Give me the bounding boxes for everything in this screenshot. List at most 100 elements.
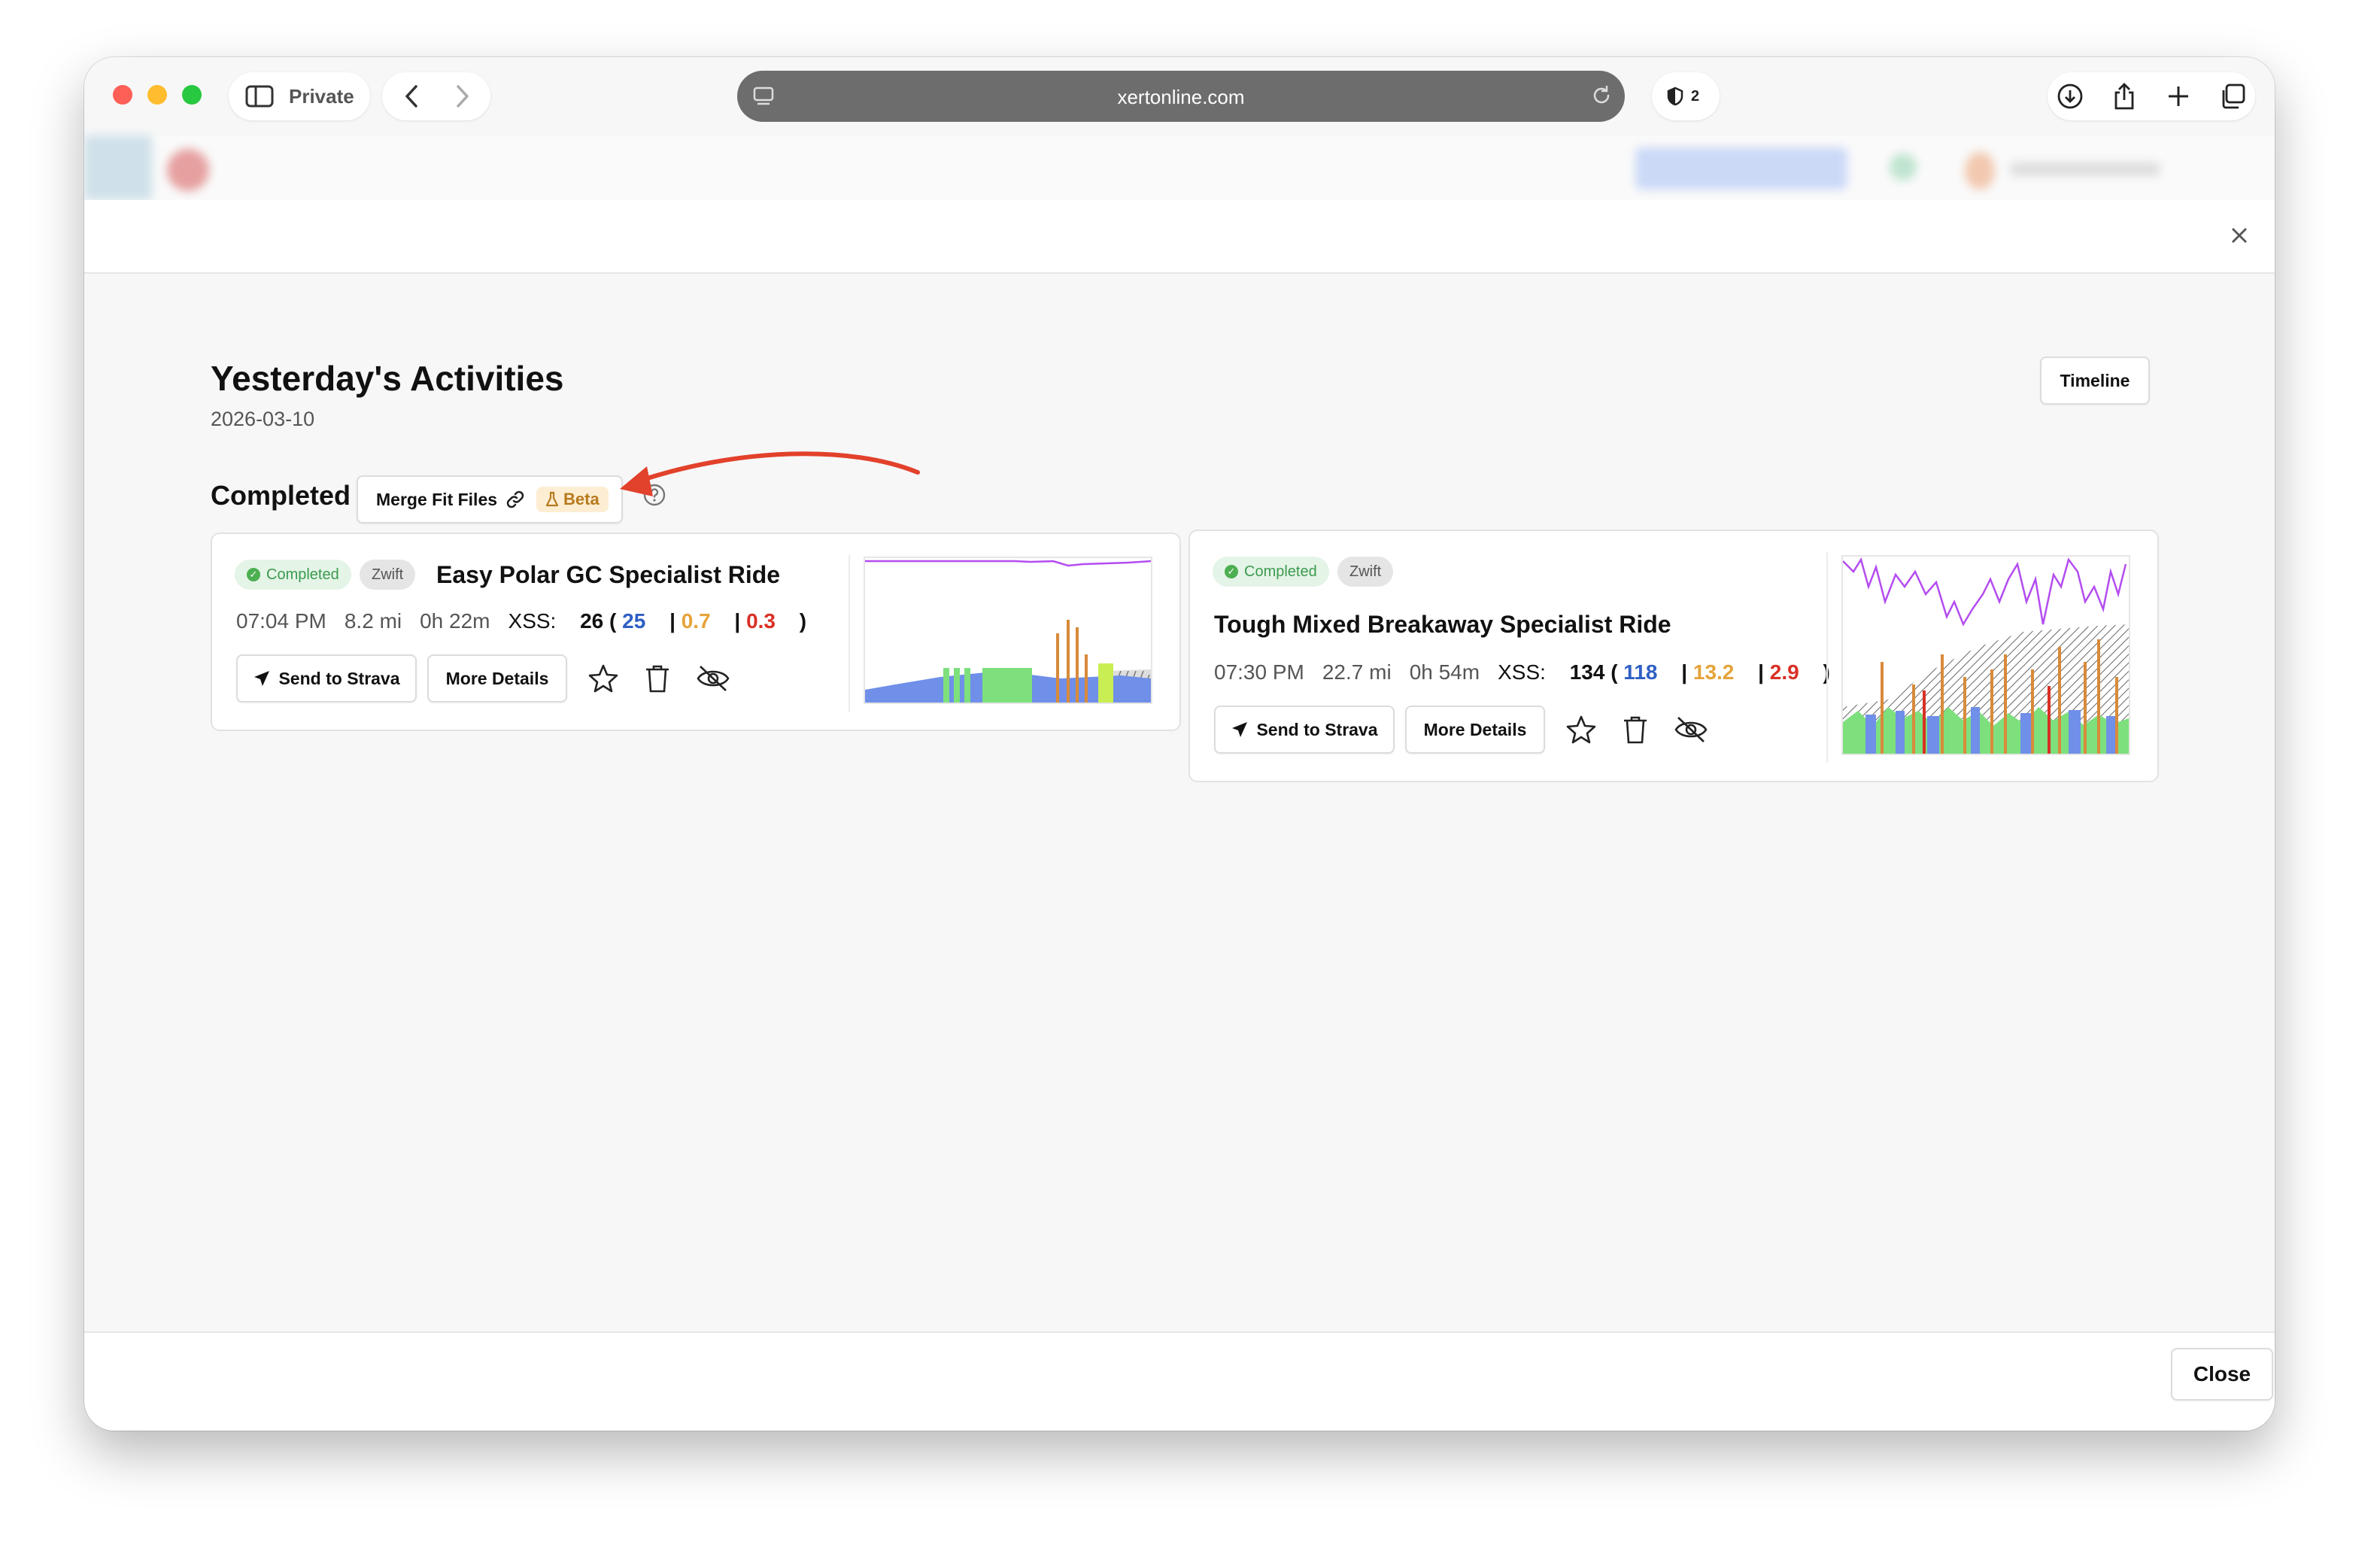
beta-badge: Beta bbox=[536, 487, 609, 512]
app-user-blurred bbox=[2010, 162, 2160, 176]
app-cta-blurred bbox=[1635, 147, 1847, 190]
check-circle-icon: ✓ bbox=[1225, 565, 1238, 578]
back-button[interactable] bbox=[403, 84, 420, 108]
reload-icon[interactable] bbox=[1590, 84, 1613, 111]
modal-close-button[interactable] bbox=[2230, 226, 2252, 248]
forward-button[interactable] bbox=[454, 84, 471, 108]
power-chart-line bbox=[1843, 557, 2127, 627]
chevron-left-icon bbox=[405, 85, 417, 108]
address-bar[interactable]: xertonline.com bbox=[737, 71, 1625, 122]
modal-footer: Close bbox=[84, 1331, 2275, 1431]
xss-peak: 2.9 bbox=[1769, 660, 1799, 684]
minimize-window-button[interactable] bbox=[147, 85, 167, 105]
tab-overview-button[interactable] bbox=[2216, 80, 2249, 113]
history-nav bbox=[382, 72, 490, 120]
activity-title[interactable]: Tough Mixed Breakaway Specialist Ride bbox=[1214, 611, 1671, 639]
timeline-button[interactable]: Timeline bbox=[2040, 357, 2150, 405]
beta-label: Beta bbox=[563, 490, 600, 508]
close-button[interactable]: Close bbox=[2171, 1348, 2273, 1401]
app-avatar-blurred bbox=[1965, 152, 1995, 190]
new-tab-button[interactable] bbox=[2162, 80, 2195, 113]
annotation-arrow bbox=[620, 451, 920, 496]
source-badge: Zwift bbox=[360, 560, 416, 590]
plus-icon bbox=[2169, 86, 2188, 106]
activity-distance: 22.7 mi bbox=[1322, 660, 1392, 684]
favorite-button[interactable] bbox=[585, 660, 621, 697]
share-button[interactable] bbox=[2108, 80, 2141, 113]
download-icon bbox=[2057, 83, 2083, 109]
send-to-strava-button[interactable]: Send to Strava bbox=[1214, 706, 1395, 754]
activity-duration: 0h 22m bbox=[420, 609, 490, 633]
status-text: Completed bbox=[1244, 563, 1317, 580]
xss-total: 26 bbox=[580, 609, 604, 633]
close-window-button[interactable] bbox=[113, 85, 132, 105]
more-details-button[interactable]: More Details bbox=[427, 654, 567, 703]
private-sidebar-toggle[interactable]: Private bbox=[229, 72, 370, 120]
delete-button[interactable] bbox=[1617, 712, 1653, 748]
xss-low: 25 bbox=[622, 609, 646, 633]
card-divider bbox=[848, 555, 850, 712]
eye-slash-icon bbox=[697, 666, 730, 691]
xss-peak: 0.3 bbox=[746, 609, 776, 633]
activity-title[interactable]: Easy Polar GC Specialist Ride bbox=[436, 561, 780, 589]
downloads-button[interactable] bbox=[2054, 80, 2087, 113]
share-icon bbox=[2114, 83, 2134, 110]
check-circle-icon: ✓ bbox=[247, 568, 260, 581]
star-icon bbox=[1566, 715, 1596, 744]
more-details-button[interactable]: More Details bbox=[1405, 706, 1545, 754]
xss-total: 134 bbox=[1569, 660, 1605, 684]
app-logo-blurred bbox=[167, 149, 209, 191]
app-sidebar-blurred bbox=[84, 135, 152, 200]
activity-duration: 0h 54m bbox=[1409, 660, 1480, 684]
sidebar-icon bbox=[245, 85, 274, 108]
hide-button[interactable] bbox=[1673, 712, 1709, 748]
delete-button[interactable] bbox=[639, 660, 675, 697]
app-status-blurred bbox=[1890, 153, 1917, 181]
send-to-strava-button[interactable]: Send to Strava bbox=[236, 654, 417, 703]
close-icon bbox=[2232, 228, 2247, 243]
status-badge: ✓ Completed bbox=[1213, 557, 1329, 587]
activity-card-2: ✓ Completed Zwift Tough Mixed Breakaway … bbox=[1188, 530, 2159, 782]
xss-label: XSS: bbox=[508, 609, 557, 633]
url-text: xertonline.com bbox=[1117, 86, 1245, 108]
xss-summary: XSS: 134 ( 118 | 13.2 | 2.9 ) bbox=[1498, 660, 1830, 684]
merge-label: Merge Fit Files bbox=[376, 489, 498, 509]
favorite-button[interactable] bbox=[1563, 712, 1599, 748]
trash-icon bbox=[1624, 716, 1647, 744]
private-label: Private bbox=[289, 84, 354, 108]
shield-count: 2 bbox=[1691, 87, 1700, 105]
shield-icon bbox=[1667, 86, 1683, 106]
paper-plane-icon bbox=[1232, 722, 1248, 737]
activity-distance: 8.2 mi bbox=[344, 609, 402, 633]
xss-low: 118 bbox=[1623, 660, 1658, 684]
merge-fit-files-button[interactable]: Merge Fit Files Beta bbox=[357, 475, 623, 524]
modal-title: Yesterday's Activities bbox=[211, 359, 564, 398]
xss-label: XSS: bbox=[1498, 660, 1546, 684]
activity-meta: 07:04 PM 8.2 mi 0h 22m XSS: 26 ( 25 | 0.… bbox=[236, 609, 806, 633]
hide-button[interactable] bbox=[695, 660, 731, 697]
flask-icon bbox=[545, 491, 559, 507]
power-chart-line bbox=[865, 560, 1151, 567]
zoom-window-button[interactable] bbox=[182, 85, 202, 105]
browser-window: Private xertonline.com 2 Yesterday's Act… bbox=[84, 57, 2275, 1431]
app-header-blurred bbox=[84, 135, 2275, 202]
source-badge: Zwift bbox=[1337, 557, 1394, 587]
status-badge: ✓ Completed bbox=[235, 560, 351, 590]
activities-date: 2026-03-10 bbox=[211, 408, 315, 430]
completed-heading: Completed bbox=[211, 480, 351, 511]
link-icon bbox=[505, 489, 526, 510]
modal-body: Yesterday's Activities 2026-03-10 Timeli… bbox=[84, 274, 2275, 1331]
activity-1-power-chart bbox=[864, 557, 1152, 704]
activity-time: 07:30 PM bbox=[1214, 660, 1304, 684]
xss-high: 13.2 bbox=[1692, 660, 1735, 684]
status-text: Completed bbox=[266, 566, 339, 583]
send-label: Send to Strava bbox=[1256, 719, 1378, 739]
activity-card-1: ✓ Completed Zwift Easy Polar GC Speciali… bbox=[211, 533, 1181, 731]
star-icon bbox=[588, 664, 618, 693]
activity-2-power-chart bbox=[1841, 555, 2130, 755]
send-label: Send to Strava bbox=[278, 668, 400, 688]
chevron-right-icon bbox=[457, 85, 469, 108]
activity-time: 07:04 PM bbox=[236, 609, 326, 633]
eye-slash-icon bbox=[1674, 717, 1708, 742]
privacy-shield-button[interactable]: 2 bbox=[1652, 72, 1720, 120]
